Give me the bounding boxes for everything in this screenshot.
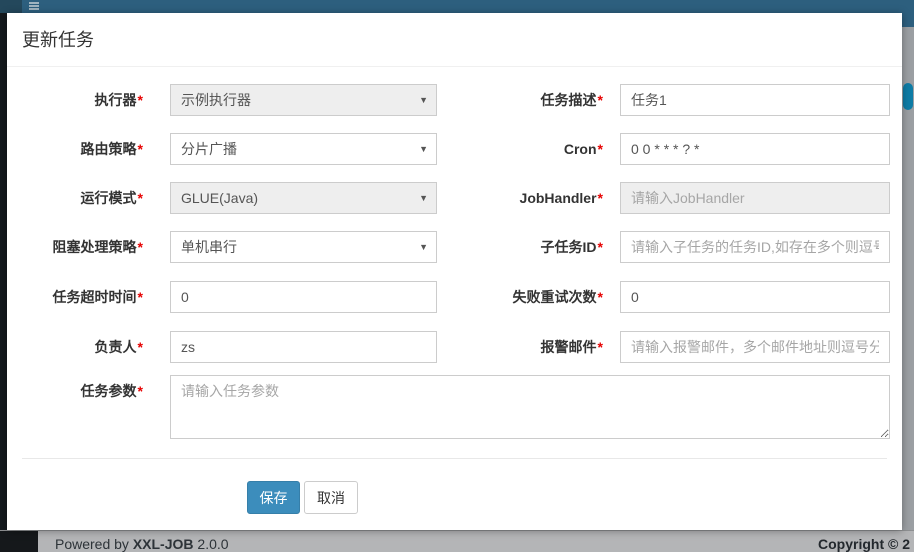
author-label: 负责人* <box>7 331 143 363</box>
glue-type-label: 运行模式* <box>7 182 143 214</box>
top-navbar <box>0 0 914 13</box>
job-param-label: 任务参数* <box>7 375 143 407</box>
title-divider <box>7 66 902 67</box>
timeout-input[interactable] <box>170 281 437 313</box>
navbar-right-edge <box>902 13 914 27</box>
block-strategy-label: 阻塞处理策略* <box>7 231 143 263</box>
job-desc-input[interactable] <box>620 84 890 116</box>
dialog-buttons: 保存 取消 <box>7 481 902 514</box>
cancel-button[interactable]: 取消 <box>304 481 358 514</box>
executor-select[interactable]: 示例执行器▼ <box>170 84 437 116</box>
collapsed-sidebar <box>0 13 7 530</box>
field-job-param: 任务参数* <box>7 375 902 439</box>
save-button[interactable]: 保存 <box>247 481 300 514</box>
executor-label: 执行器* <box>7 84 143 116</box>
job-handler-input[interactable] <box>620 182 890 214</box>
glue-type-select[interactable]: GLUE(Java)▼ <box>170 182 437 214</box>
navbar-logo-area <box>0 0 22 13</box>
cron-label: Cron* <box>427 133 603 165</box>
job-desc-label: 任务描述* <box>427 84 603 116</box>
timeout-label: 任务超时时间* <box>7 281 143 313</box>
fail-retry-label: 失败重试次数* <box>427 281 603 313</box>
brand-name: XXL-JOB <box>133 536 194 552</box>
page-scrollbar-track[interactable] <box>902 27 914 530</box>
alarm-email-label: 报警邮件* <box>427 331 603 363</box>
child-job-id-input[interactable] <box>620 231 890 263</box>
dialog-title: 更新任务 <box>22 26 94 52</box>
page-scrollbar-thumb[interactable] <box>903 83 913 110</box>
copyright-text: Copyright © 2 <box>818 536 910 552</box>
child-job-id-label: 子任务ID* <box>427 231 603 263</box>
alarm-email-input[interactable] <box>620 331 890 363</box>
buttons-divider <box>22 458 887 459</box>
block-strategy-select[interactable]: 单机串行▼ <box>170 231 437 263</box>
footer-sidebar-block <box>0 531 38 552</box>
powered-by-text: Powered by XXL-JOB 2.0.0 <box>55 536 229 552</box>
job-param-textarea[interactable] <box>170 375 890 439</box>
author-input[interactable] <box>170 331 437 363</box>
route-strategy-label: 路由策略* <box>7 133 143 165</box>
update-task-dialog: 更新任务 执行器* 示例执行器▼ 任务描述* 路由策略* 分片广播▼ Cron*… <box>7 13 902 530</box>
hamburger-menu-icon[interactable] <box>29 2 39 12</box>
fail-retry-input[interactable] <box>620 281 890 313</box>
cron-input[interactable] <box>620 133 890 165</box>
page-footer: Powered by XXL-JOB 2.0.0 Copyright © 2 <box>0 530 914 552</box>
route-strategy-select[interactable]: 分片广播▼ <box>170 133 437 165</box>
job-handler-label: JobHandler* <box>427 182 603 214</box>
